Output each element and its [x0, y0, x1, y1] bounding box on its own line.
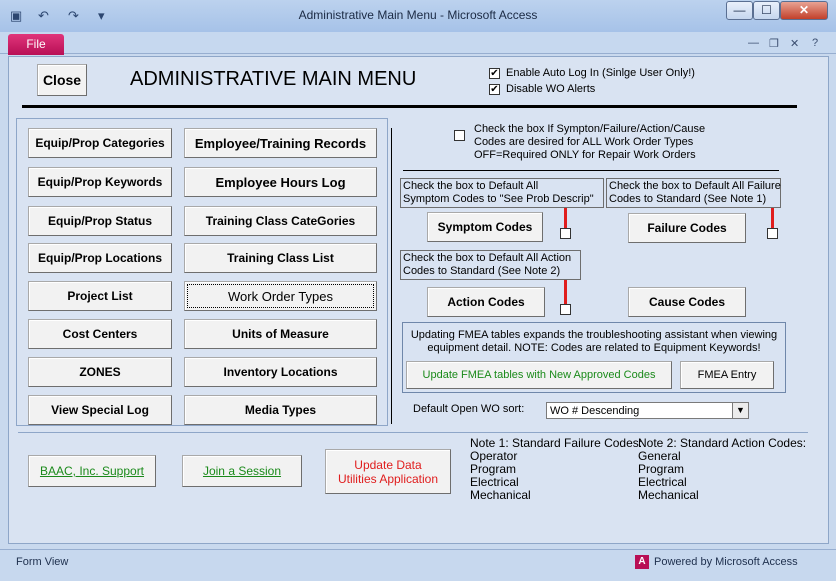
access-logo-icon: A — [635, 555, 649, 569]
chevron-down-icon[interactable]: ▼ — [732, 403, 748, 418]
view-special-log-button[interactable]: View Special Log — [28, 395, 172, 425]
media-types-button[interactable]: Media Types — [184, 395, 377, 425]
inventory-locations-button[interactable]: Inventory Locations — [184, 357, 377, 387]
training-class-categories-button[interactable]: Training Class CateGories — [184, 206, 377, 236]
update-data-utilities-button[interactable]: Update Data Utilities Application — [325, 449, 451, 494]
mdi-minimize-icon[interactable]: — — [748, 37, 759, 49]
symptom-indicator-bar — [564, 208, 567, 228]
required-codes-note: Check the box If Sympton/Failure/Action/… — [474, 123, 706, 161]
panel-divider — [391, 128, 392, 424]
header-divider — [22, 105, 797, 108]
equip-prop-categories-button[interactable]: Equip/Prop Categories — [28, 128, 172, 158]
page-title: ADMINISTRATIVE MAIN MENU — [130, 68, 417, 90]
wo-sort-value: WO # Descending — [550, 405, 640, 417]
maximize-button[interactable]: ☐ — [753, 1, 780, 20]
note2-block: Note 2: Standard Action Codes: General P… — [638, 436, 807, 502]
minimize-icon: — — [733, 3, 746, 17]
close-window-button[interactable]: ✕ — [780, 1, 828, 20]
window-title: Administrative Main Menu - Microsoft Acc… — [298, 8, 538, 22]
mdi-restore-icon[interactable]: ❐ — [769, 37, 779, 50]
failure-codes-button[interactable]: Failure Codes — [628, 213, 746, 243]
required-codes-checkbox[interactable] — [454, 130, 465, 141]
sort-label: Default Open WO sort: — [413, 403, 525, 415]
minimize-button[interactable]: — — [726, 1, 753, 20]
note1-block: Note 1: Standard Failure Codes: Operator… — [470, 436, 643, 502]
employee-hours-log-button[interactable]: Employee Hours Log — [184, 167, 377, 197]
maximize-icon: ☐ — [761, 3, 772, 17]
baac-support-button[interactable]: BAAC, Inc. Support — [28, 455, 156, 487]
wo-sort-select[interactable]: WO # Descending ▼ — [546, 402, 749, 419]
disable-alerts-checkbox[interactable]: ✔ — [489, 84, 500, 95]
equip-prop-locations-button[interactable]: Equip/Prop Locations — [28, 243, 172, 273]
update-fmea-button[interactable]: Update FMEA tables with New Approved Cod… — [406, 361, 672, 389]
fmea-entry-button[interactable]: FMEA Entry — [680, 361, 774, 389]
cause-codes-button[interactable]: Cause Codes — [628, 287, 746, 317]
equip-prop-keywords-button[interactable]: Equip/Prop Keywords — [28, 167, 172, 197]
close-button[interactable]: Close — [37, 64, 87, 96]
bottom-divider — [18, 432, 808, 433]
section-divider — [403, 170, 779, 171]
zones-button[interactable]: ZONES — [28, 357, 172, 387]
auto-login-label: Enable Auto Log In (Sinlge User Only!) — [506, 67, 695, 79]
failure-indicator-bar — [771, 208, 774, 228]
cost-centers-button[interactable]: Cost Centers — [28, 319, 172, 349]
action-codes-button[interactable]: Action Codes — [427, 287, 545, 317]
symptom-default-checkbox[interactable] — [560, 228, 571, 239]
symptom-default-note: Check the box to Default All Symptom Cod… — [400, 178, 604, 208]
work-order-types-button[interactable]: Work Order Types — [184, 281, 377, 311]
equip-prop-status-button[interactable]: Equip/Prop Status — [28, 206, 172, 236]
symptom-codes-button[interactable]: Symptom Codes — [427, 212, 543, 242]
action-indicator-bar — [564, 280, 567, 304]
mdi-close-icon[interactable]: ✕ — [790, 37, 799, 50]
disable-alerts-label: Disable WO Alerts — [506, 83, 596, 95]
file-tab[interactable]: File — [8, 34, 64, 55]
help-icon[interactable]: ? — [812, 37, 818, 49]
status-view-mode: Form View — [16, 556, 69, 568]
employee-training-records-button[interactable]: Employee/Training Records — [184, 128, 377, 158]
ribbon-bar — [0, 32, 836, 54]
project-list-button[interactable]: Project List — [28, 281, 172, 311]
action-default-checkbox[interactable] — [560, 304, 571, 315]
join-session-button[interactable]: Join a Session — [182, 455, 302, 487]
units-of-measure-button[interactable]: Units of Measure — [184, 319, 377, 349]
fmea-note: Updating FMEA tables expands the trouble… — [410, 329, 778, 354]
auto-login-checkbox[interactable]: ✔ — [489, 68, 500, 79]
action-default-note: Check the box to Default All Action Code… — [400, 250, 581, 280]
close-icon: ✕ — [798, 3, 810, 17]
failure-default-checkbox[interactable] — [767, 228, 778, 239]
training-class-list-button[interactable]: Training Class List — [184, 243, 377, 273]
failure-default-note: Check the box to Default All Failure Cod… — [606, 178, 781, 208]
status-powered-by: Powered by Microsoft Access — [654, 556, 798, 568]
